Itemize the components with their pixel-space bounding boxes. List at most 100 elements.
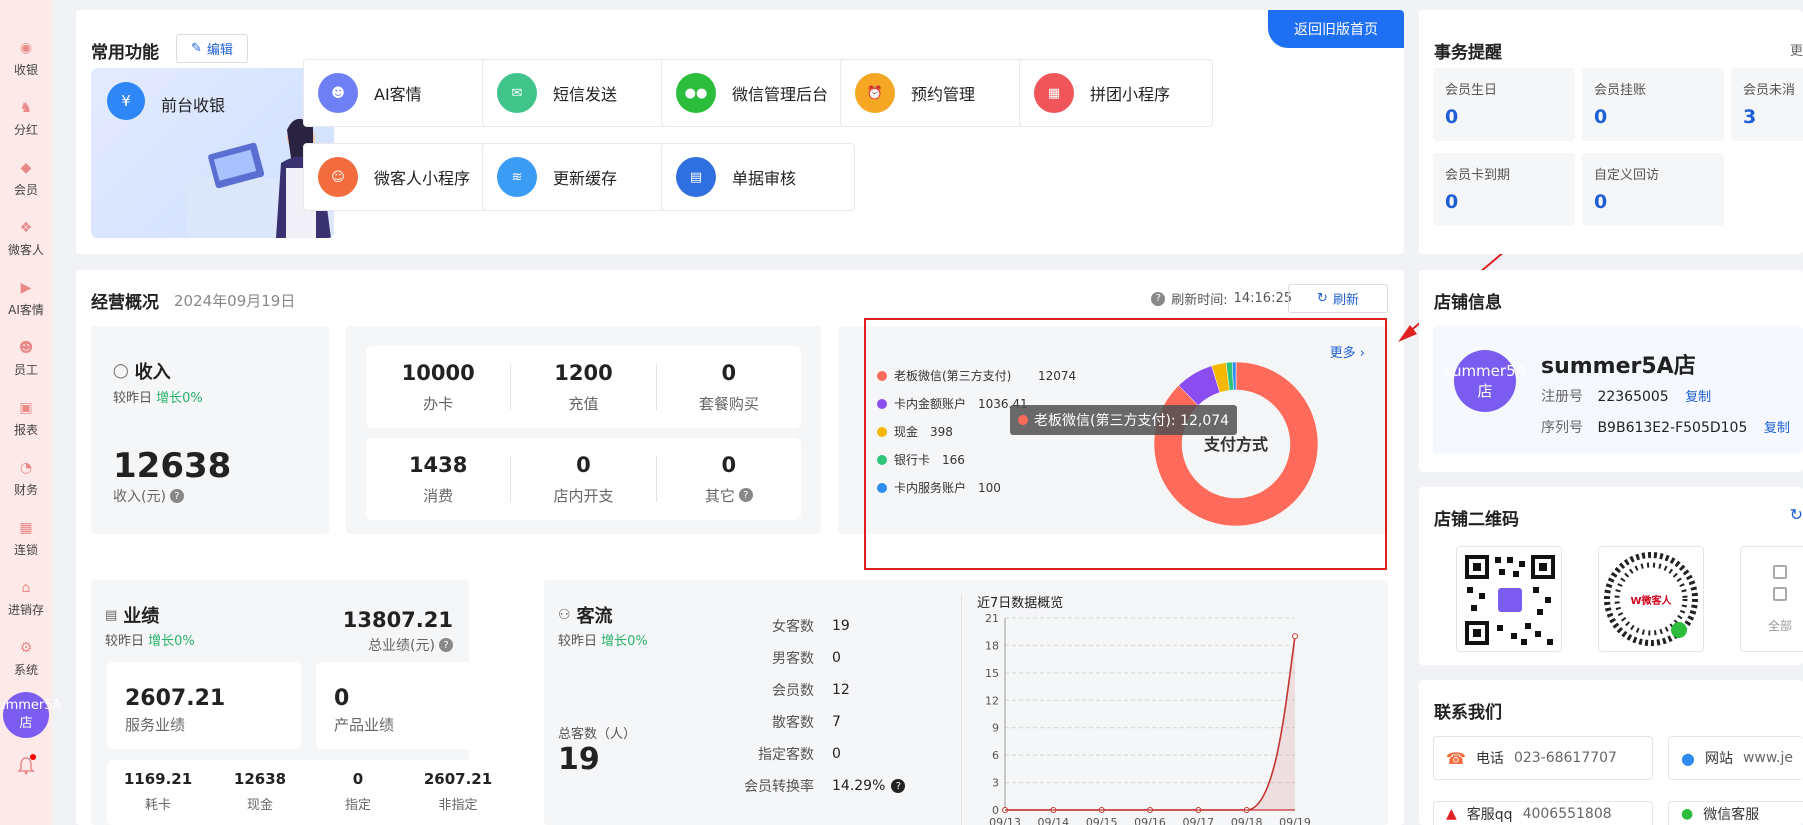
mini-stat-unassigned[interactable]: 2607.21 非指定 [413,770,503,813]
browser-icon: ● [1681,748,1695,768]
sidebar-item-member[interactable]: ◆ 会员 [0,148,52,208]
stat-consumption[interactable]: 1438 消费 [366,453,512,505]
avatar[interactable]: summer5A店 [0,692,61,738]
reminder-card-expiry[interactable]: 会员卡到期 0 [1433,153,1575,226]
website-contact[interactable]: ● 网站 www.je [1668,736,1803,780]
sidebar-item-cashier[interactable]: ◉ 收银 [0,28,52,88]
help-icon[interactable]: ? [439,638,453,652]
sidebar-item-weikeren[interactable]: ❖ 微客人 [0,208,52,268]
sidebar-item-inventory[interactable]: ⌂ 进销存 [0,568,52,628]
edit-button[interactable]: ✎ 编辑 [176,34,248,63]
series-line [1004,636,1296,811]
stat-label: 套餐购买 [698,394,759,413]
all-qrcodes-button[interactable]: 全部 [1740,546,1803,652]
reminder-custom-visit[interactable]: 自定义回访 0 [1582,153,1724,226]
tile-label: 短信发送 [553,85,618,104]
flow-stat-row: 女客数 19 [724,616,850,636]
mini-value: 1169.21 [123,770,193,788]
product-performance-box[interactable]: 0 产品业绩 [316,662,512,749]
sidebar-item-finance[interactable]: ◔ 财务 [0,448,52,508]
tile-label: 微信管理后台 [732,85,829,104]
share-icon: ♞ [19,99,33,116]
sidebar-item-ai[interactable]: ▶ AI客情 [0,268,52,328]
phone-label: 电话 [1475,751,1504,767]
reminder-value: 0 [1445,106,1459,128]
reminder-member-inactive[interactable]: 会员未消 3 [1731,68,1803,141]
flow-stat-value: 0 [832,746,841,762]
stat-value: 1200 [554,360,613,385]
sidebar-item-report[interactable]: ▣ 报表 [0,388,52,448]
stat-value: 0 [721,360,737,385]
apps-icon: ❖ [19,219,33,236]
sidebar-item-staff[interactable]: ☻ 员工 [0,328,52,388]
refresh-icon[interactable]: ↻ [1790,505,1803,524]
mini-stat-card-use[interactable]: 1169.21 耗卡 [113,770,203,813]
hero-cashier-tile[interactable]: ¥ 前台收银 [91,68,334,238]
phone-contact[interactable]: ☎ 电话 023-68617707 [1433,736,1653,780]
tile-ai-service[interactable]: ☻ AI客情 [303,59,497,127]
flow-stat-row: 指定客数 0 [724,744,841,764]
x-tick-label: 09/15 [1086,816,1118,825]
bell-icon[interactable] [16,754,36,776]
diamond-icon: ◆ [20,159,32,176]
store-qrcode[interactable] [1456,546,1562,652]
miniapp-qrcode[interactable]: W微客人 [1598,546,1704,652]
tile-sms-send[interactable]: ✉ 短信发送 [482,59,676,127]
copy-reg-button[interactable]: 复制 [1685,390,1711,405]
flow-stat-row: 男客数 0 [724,648,841,668]
refresh-label: 刷新 [1332,293,1359,308]
stat-card-issue[interactable]: 10000 办卡 [366,361,512,413]
reminder-member-birthday[interactable]: 会员生日 0 [1433,68,1575,141]
refresh-button[interactable]: ↻ 刷新 [1288,284,1388,313]
tile-wechat-admin[interactable]: ●● 微信管理后台 [661,59,855,127]
wechat-contact[interactable]: ● 微信客服 [1668,801,1803,825]
back-old-home-button[interactable]: 返回旧版首页 [1268,10,1404,48]
tile-weikeren-miniapp[interactable]: ☺ 微客人小程序 [303,143,497,211]
pie-icon: ◔ [19,459,33,476]
tile-clear-cache[interactable]: ≋ 更新缓存 [482,143,676,211]
section-title: 店铺二维码 [1434,510,1519,530]
performance-panel: ▤ 业绩 较昨日 增长0% 13807.21 总业绩(元) ? 2607.21 … [91,580,512,825]
sidebar-item-dividend[interactable]: ♞ 分红 [0,88,52,148]
tile-appointment[interactable]: ⏰ 预约管理 [840,59,1034,127]
x-tick-label: 09/19 [1279,816,1311,825]
stats-row-bottom: 1438 消费 0 店内开支 0 其它? [366,438,801,520]
compare-value: 增长0% [601,634,648,649]
wechat-icon: ● [1681,805,1694,822]
help-icon[interactable]: ? [1151,291,1166,306]
copy-serial-button[interactable]: 复制 [1764,421,1790,436]
legend-marker [877,371,887,381]
mini-stat-cash[interactable]: 12638 现金 [215,770,305,813]
reminder-member-credit[interactable]: 会员挂账 0 [1582,68,1724,141]
more-link[interactable]: 更 [1790,40,1803,59]
help-icon[interactable]: ? [738,488,753,502]
sidebar-item-system[interactable]: ⚙ 系统 [0,628,52,688]
serial-value: B9B613E2-F505D105 [1597,420,1748,436]
mini-stat-assigned[interactable]: 0 指定 [313,770,403,813]
mini-value: 0 [352,770,364,788]
stats-row-top: 10000 办卡 1200 充值 0 套餐购买 [366,346,801,428]
stat-other[interactable]: 0 其它? [657,453,801,505]
reminder-label: 会员卡到期 [1445,168,1511,183]
stat-recharge[interactable]: 1200 充值 [511,360,657,413]
stat-package[interactable]: 0 套餐购买 [657,360,801,413]
store-icon: ▦ [19,519,33,536]
compare-value: 增长0% [148,634,195,649]
donut-center-label: 支付方式 [1203,435,1268,454]
qq-contact[interactable]: ▲ 客服qq 4006551808 [1433,801,1653,825]
help-icon[interactable]: ? [891,779,906,793]
tile-group-buy[interactable]: ▦ 拼团小程序 [1019,59,1213,127]
tile-label: 微客人小程序 [374,169,471,188]
sidebar-item-label: 分红 [13,122,38,137]
warehouse-icon: ⌂ [21,579,31,596]
service-performance-box[interactable]: 2607.21 服务业绩 [107,662,301,749]
stat-expense[interactable]: 0 店内开支 [511,453,657,505]
tile-document-review[interactable]: ▤ 单据审核 [661,143,855,211]
mini-label: 指定 [344,798,371,813]
help-icon[interactable]: ? [169,489,184,503]
flow-title: 客流 [576,606,613,627]
total-customers-label: 总客数（人） [558,727,637,742]
contact-us-card: 联系我们 ☎ 电话 023-68617707 ● 网站 www.je ▲ 客服q… [1419,680,1803,825]
sidebar-item-label: 系统 [13,662,38,677]
sidebar-item-chain[interactable]: ▦ 连锁 [0,508,52,568]
